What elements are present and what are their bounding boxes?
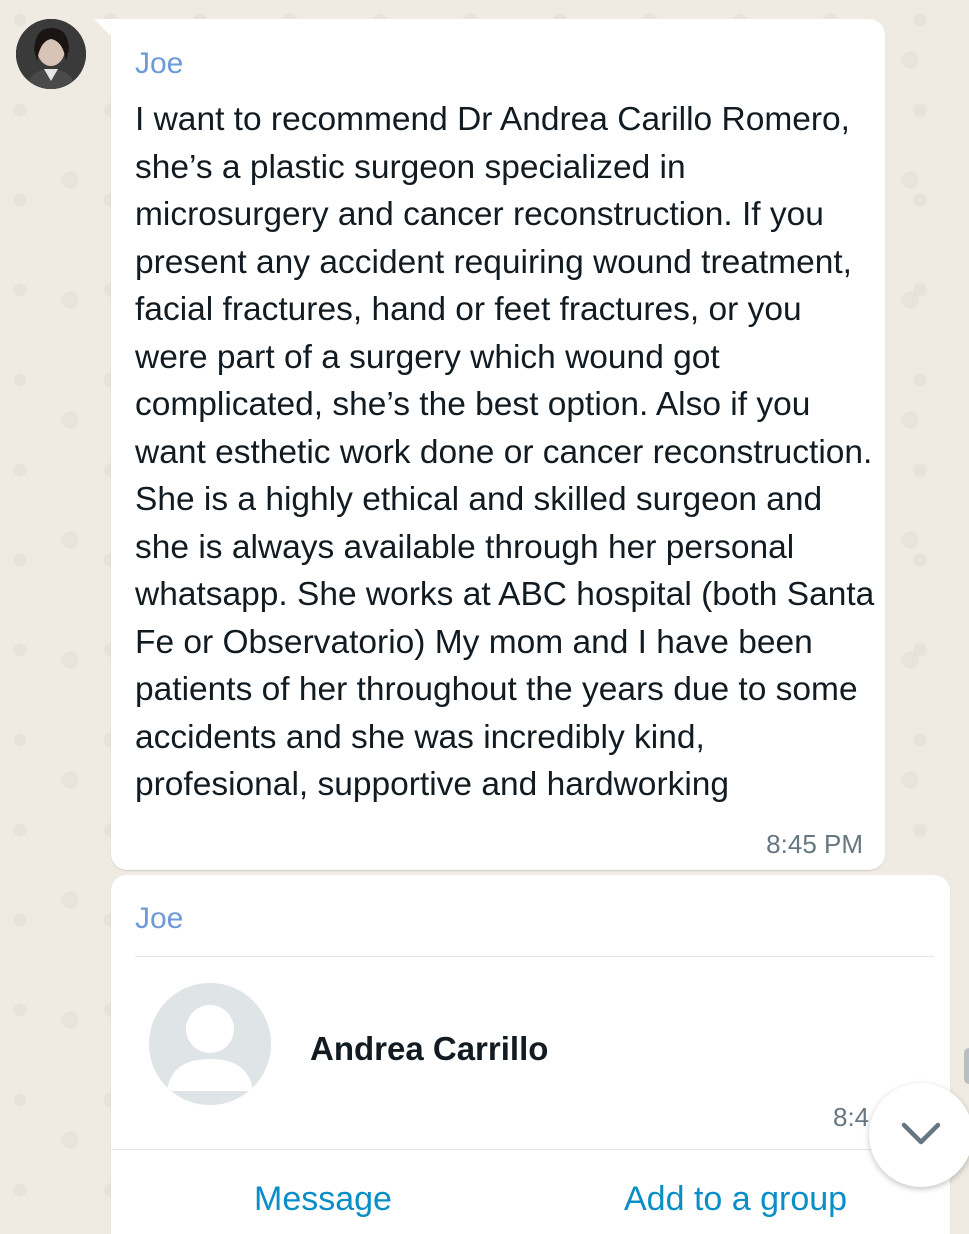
scroll-to-bottom-button[interactable] [869, 1083, 969, 1187]
contact-card-message[interactable]: Joe Andrea Carrillo 8:4 Message Add to a… [111, 875, 950, 1234]
message-sender-name[interactable]: Joe [135, 46, 183, 82]
message-timestamp: 8:45 PM [766, 829, 863, 859]
sender-photo [16, 19, 86, 89]
default-avatar-icon [149, 983, 271, 1105]
divider [135, 956, 934, 957]
sender-avatar[interactable] [16, 19, 86, 89]
contact-name[interactable]: Andrea Carrillo [310, 1030, 548, 1068]
person-icon[interactable] [149, 983, 271, 1105]
contact-card-timestamp: 8:4 [833, 1102, 870, 1132]
bubble-tail [94, 19, 112, 37]
scrollbar-thumb[interactable] [964, 1048, 969, 1084]
contact-card-sender-name[interactable]: Joe [135, 901, 183, 937]
message-contact-button[interactable]: Message [254, 1180, 392, 1219]
message-bubble[interactable]: Joe I want to recommend Dr Andrea Carill… [111, 19, 885, 870]
chevron-down-icon [901, 1122, 941, 1145]
divider [111, 1149, 950, 1150]
add-to-group-button[interactable]: Add to a group [624, 1180, 847, 1219]
message-text: I want to recommend Dr Andrea Carillo Ro… [135, 101, 884, 803]
